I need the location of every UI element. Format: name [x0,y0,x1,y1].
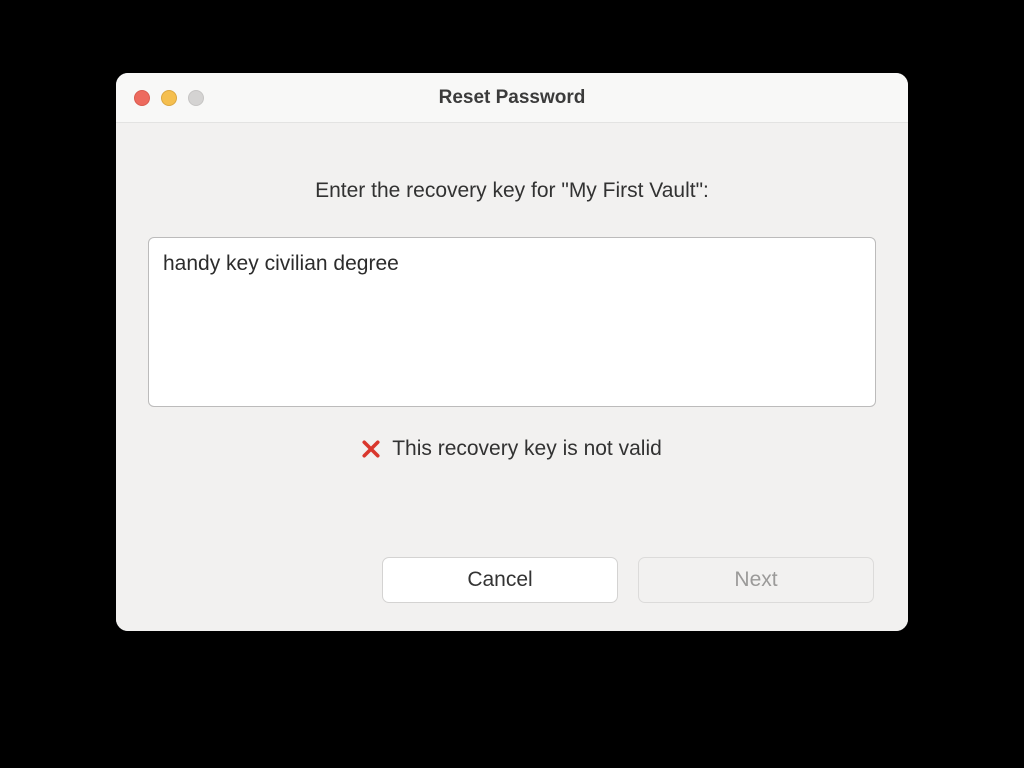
minimize-window-button[interactable] [161,90,177,106]
traffic-lights [134,90,204,106]
window-title: Reset Password [116,87,908,109]
maximize-window-button [188,90,204,106]
next-button: Next [638,557,874,603]
error-x-icon [362,440,380,458]
cancel-button[interactable]: Cancel [382,557,618,603]
dialog-content: Enter the recovery key for "My First Vau… [116,123,908,631]
validation-message-row: This recovery key is not valid [148,437,876,461]
button-row: Cancel Next [148,557,876,607]
prompt-label: Enter the recovery key for "My First Vau… [148,179,876,203]
reset-password-window: Reset Password Enter the recovery key fo… [116,73,908,631]
recovery-key-input[interactable] [148,237,876,407]
validation-message-text: This recovery key is not valid [392,437,662,461]
close-window-button[interactable] [134,90,150,106]
titlebar: Reset Password [116,73,908,123]
spacer [148,461,876,557]
